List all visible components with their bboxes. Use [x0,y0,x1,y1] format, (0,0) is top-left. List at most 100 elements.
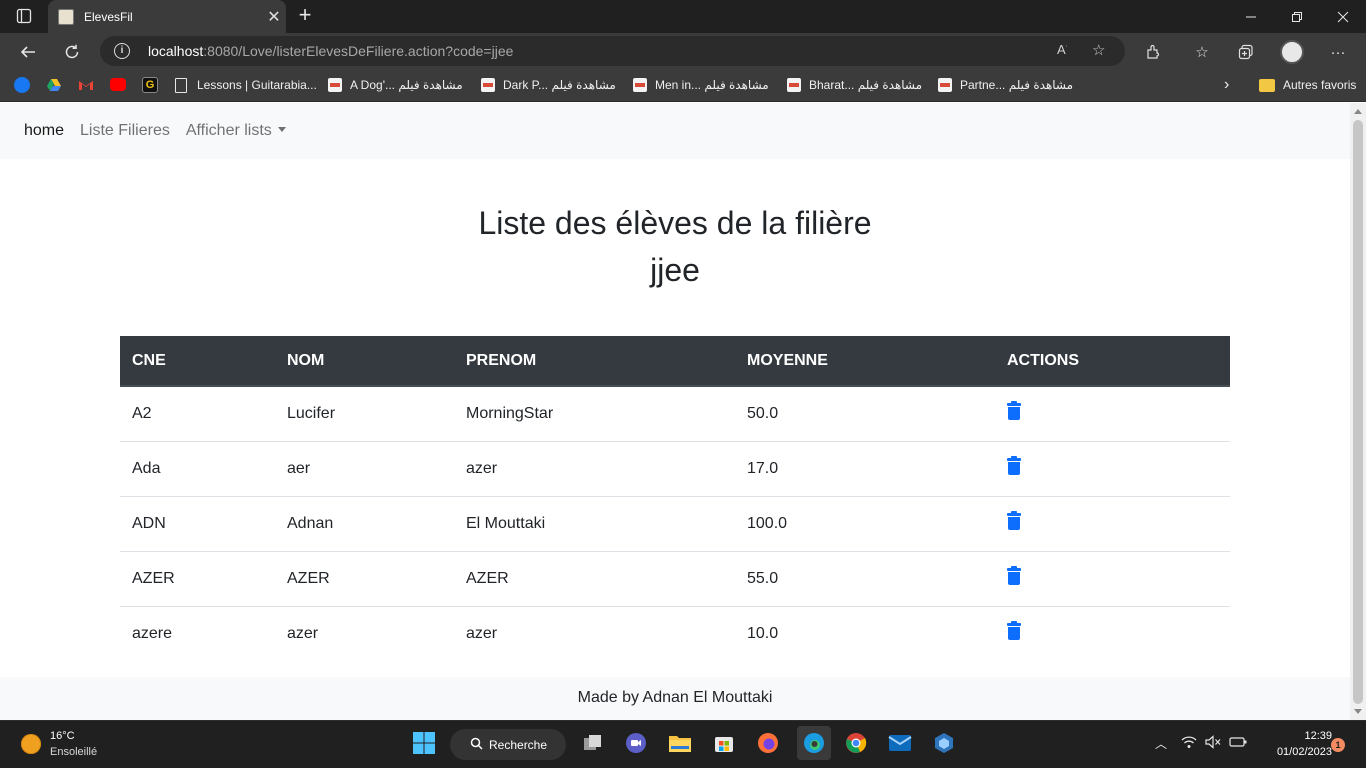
cell-moyenne: 100.0 [735,495,995,551]
url-text[interactable]: localhost:8080/Love/listerElevesDeFilier… [148,43,513,59]
facebook-bookmark-icon[interactable] [14,77,30,93]
cell-moyenne: 55.0 [735,550,995,606]
clock-date[interactable]: 01/02/2023 [1262,746,1332,758]
start-menu-icon[interactable] [410,729,438,757]
cell-actions [995,440,1230,496]
teams-chat-icon[interactable] [622,729,650,757]
column-header: CNE [120,336,275,387]
document-icon [175,77,187,93]
youtube-bookmark-icon[interactable] [110,78,126,91]
restore-button[interactable] [1274,0,1320,33]
table-row: A2 Lucifer MorningStar 50.0 [120,386,1230,441]
bookmark-dog[interactable]: A Dog'... مشاهدة فيلم [328,76,463,94]
battery-icon[interactable] [1229,735,1247,752]
scroll-up-arrow-icon[interactable] [1354,109,1362,114]
bookmark-label: Lessons | Guitarabia... [197,78,317,92]
trash-icon[interactable] [1007,566,1021,585]
drive-bookmark-icon[interactable] [46,77,62,93]
scrollbar-thumb[interactable] [1353,120,1363,704]
table-row: ADN Adnan El Mouttaki 100.0 [120,495,1230,551]
other-favorites[interactable]: Autres favoris [1259,76,1356,94]
cell-nom: azer [275,605,454,661]
bookmark-label: A Dog'... مشاهدة فيلم [350,78,463,92]
bookmark-men-in[interactable]: Men in... مشاهدة فيلم [633,76,769,94]
trash-icon[interactable] [1007,456,1021,475]
page-title-line1: Liste des élèves de la filière [478,205,872,241]
extensions-icon[interactable] [1142,41,1164,63]
new-tab-button[interactable]: + [292,4,318,28]
cell-cne: azere [120,605,275,661]
wifi-icon[interactable] [1181,735,1197,752]
refresh-button[interactable] [57,37,87,67]
microsoft-store-icon[interactable] [710,729,738,757]
column-header: MOYENNE [735,336,995,387]
dropdown-label: Afficher lists [185,122,272,139]
bookmark-partne[interactable]: Partne... مشاهدة فيلم [938,76,1073,94]
bookmarks-overflow-chevron-icon[interactable]: › [1224,76,1229,94]
chrome-icon[interactable] [842,729,870,757]
favorites-icon[interactable]: ☆ [1191,41,1213,63]
close-window-button[interactable] [1320,0,1366,33]
cell-actions [995,605,1230,661]
back-button[interactable] [13,37,43,67]
cell-prenom: azer [454,605,735,661]
clock-time[interactable]: 12:39 [1292,730,1332,742]
nav-home-link[interactable]: home [24,122,64,140]
virtualbox-icon[interactable] [930,729,958,757]
file-explorer-icon[interactable] [666,729,694,757]
nav-liste-filieres-link[interactable]: Liste Filieres [80,122,170,140]
address-bar[interactable]: i localhost:8080/Love/listerElevesDeFili… [100,36,1125,66]
collections-icon[interactable] [1235,41,1257,63]
caret-down-icon [277,127,286,132]
firefox-icon[interactable] [754,729,782,757]
nav-afficher-lists-dropdown[interactable]: Afficher lists [186,122,286,140]
edge-icon[interactable] [797,726,831,760]
bookmark-label: Partne... مشاهدة فيلم [960,78,1074,92]
bookmark-lessons[interactable]: Lessons | Guitarabia... [175,76,317,94]
cell-actions [995,386,1230,441]
profile-avatar-icon[interactable] [1280,40,1304,64]
other-favorites-label: Autres favoris [1283,78,1357,92]
cell-cne: ADN [120,495,275,551]
trash-icon[interactable] [1007,401,1021,421]
read-aloud-icon[interactable]: Aᐧ [1057,42,1067,57]
cell-cne: AZER [120,550,275,606]
sun-weather-icon[interactable] [21,734,41,754]
mail-icon[interactable] [886,729,914,757]
more-options-icon[interactable]: ··· [1327,41,1349,63]
tab-actions-icon[interactable] [8,4,40,28]
show-hidden-icons-chevron-icon[interactable]: ︿ [1155,735,1167,752]
volume-muted-icon[interactable] [1205,735,1221,752]
tab-close-icon[interactable]: ✕ [262,7,286,27]
trash-icon[interactable] [1007,621,1021,641]
tab-favicon-icon [58,8,74,25]
trash-icon[interactable] [1007,511,1021,530]
page-scrollbar[interactable] [1350,103,1366,720]
cell-moyenne: 50.0 [747,404,779,422]
bookmarks-bar: G Lessons | Guitarabia... A Dog'... مشاه… [0,70,1366,102]
cell-prenom: MorningStar [466,404,554,422]
cell-prenom: El Mouttaki [454,495,735,551]
gmail-bookmark-icon[interactable] [78,77,94,93]
taskbar-search[interactable]: Recherche [450,729,566,760]
page-viewport: home Liste Filieres Afficher lists Liste… [0,103,1350,720]
cell-cne: Ada [120,440,275,496]
browser-tab-active[interactable]: ElevesFil ✕ [48,0,286,33]
site-favicon-icon [787,78,801,92]
page-title: Liste des élèves de la filière jjee [0,200,1350,294]
page-footer: Made by Adnan El Mouttaki [0,677,1350,720]
notification-badge[interactable]: 1 [1331,738,1345,752]
task-view-icon[interactable] [579,729,607,757]
bookmark-bharat[interactable]: Bharat... مشاهدة فيلم [787,76,922,94]
minimize-button[interactable] [1228,0,1274,33]
scroll-down-arrow-icon[interactable] [1354,709,1362,714]
grammarly-bookmark-icon[interactable]: G [142,77,158,93]
bookmark-dark[interactable]: Dark P... مشاهدة فيلم [481,76,616,94]
cell-nom: aer [275,440,454,496]
add-favorite-icon[interactable]: ☆ [1092,41,1105,59]
cell-prenom: AZER [454,550,735,606]
app-navbar: home Liste Filieres Afficher lists [0,103,1350,159]
column-header: PRENOM [454,336,735,387]
site-info-icon[interactable]: i [114,43,130,59]
column-header: ACTIONS [995,336,1230,387]
